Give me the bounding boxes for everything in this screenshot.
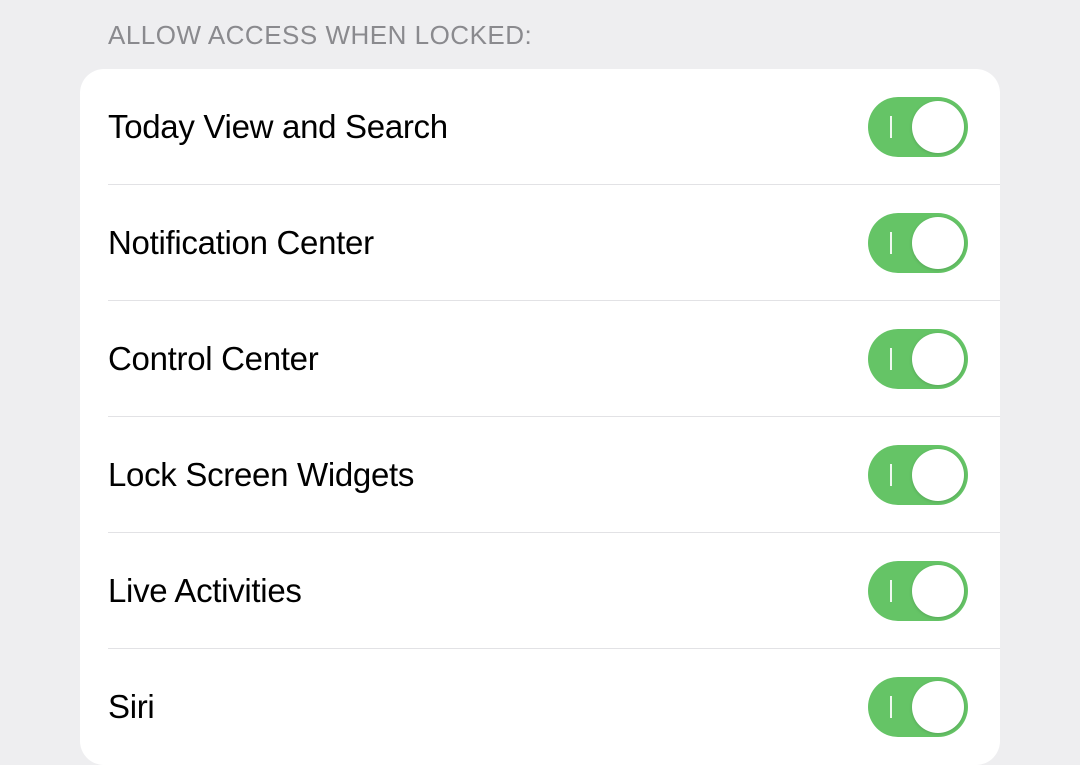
row-siri: Siri: [80, 649, 1000, 765]
switch-thumb-icon: [912, 681, 964, 733]
row-label: Notification Center: [108, 224, 374, 262]
row-live-activities: Live Activities: [80, 533, 1000, 649]
row-label: Today View and Search: [108, 108, 448, 146]
row-lock-screen-widgets: Lock Screen Widgets: [80, 417, 1000, 533]
switch-thumb-icon: [912, 449, 964, 501]
row-label: Siri: [108, 688, 154, 726]
switch-thumb-icon: [912, 333, 964, 385]
allow-access-when-locked-section: ALLOW ACCESS WHEN LOCKED: Today View and…: [0, 0, 1080, 765]
toggle-siri[interactable]: [868, 677, 968, 737]
settings-list: Today View and Search Notification Cente…: [80, 69, 1000, 765]
toggle-today-view-and-search[interactable]: [868, 97, 968, 157]
section-header: ALLOW ACCESS WHEN LOCKED:: [0, 20, 1080, 69]
toggle-lock-screen-widgets[interactable]: [868, 445, 968, 505]
switch-thumb-icon: [912, 217, 964, 269]
row-notification-center: Notification Center: [80, 185, 1000, 301]
switch-on-indicator-icon: [890, 232, 892, 254]
switch-on-indicator-icon: [890, 348, 892, 370]
switch-on-indicator-icon: [890, 464, 892, 486]
toggle-notification-center[interactable]: [868, 213, 968, 273]
switch-on-indicator-icon: [890, 580, 892, 602]
switch-thumb-icon: [912, 565, 964, 617]
toggle-control-center[interactable]: [868, 329, 968, 389]
row-today-view-and-search: Today View and Search: [80, 69, 1000, 185]
row-control-center: Control Center: [80, 301, 1000, 417]
toggle-live-activities[interactable]: [868, 561, 968, 621]
row-label: Live Activities: [108, 572, 302, 610]
switch-on-indicator-icon: [890, 696, 892, 718]
row-label: Control Center: [108, 340, 318, 378]
row-label: Lock Screen Widgets: [108, 456, 414, 494]
switch-on-indicator-icon: [890, 116, 892, 138]
switch-thumb-icon: [912, 101, 964, 153]
